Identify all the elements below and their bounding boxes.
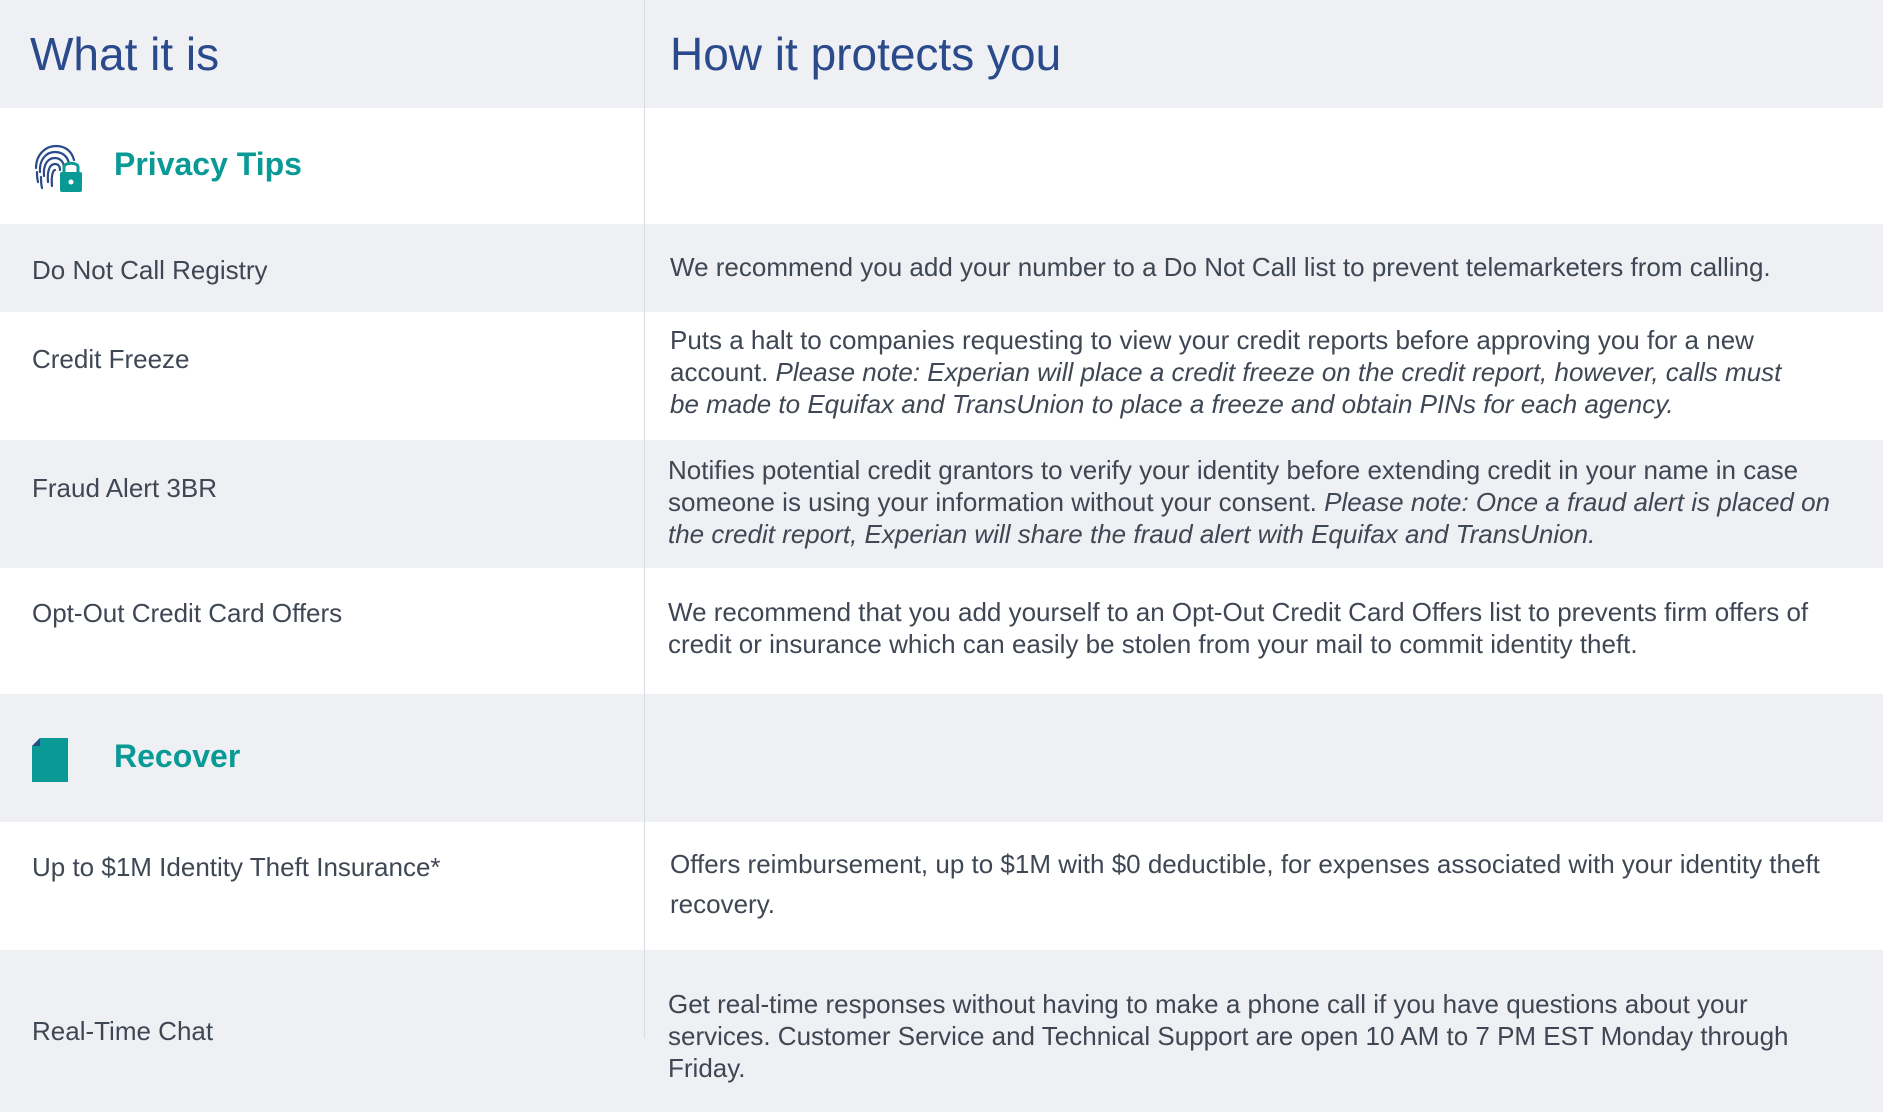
table-row: Opt-Out Credit Card Offers We recommend … xyxy=(0,568,1883,694)
table-row: Do Not Call Registry We recommend you ad… xyxy=(0,224,1883,312)
column-header-what-it-is: What it is xyxy=(30,28,220,80)
description-text: We recommend you add your number to a Do… xyxy=(670,252,1771,282)
table-row: Real-Time Chat Get real-time responses w… xyxy=(0,950,1883,1112)
description-note: Please note: Experian will place a credi… xyxy=(670,357,1782,419)
description-text: We recommend that you add yourself to an… xyxy=(668,597,1809,659)
table-row: Credit Freeze Puts a halt to companies r… xyxy=(0,312,1883,440)
feature-description: Get real-time responses without having t… xyxy=(668,988,1818,1084)
table-row: Up to $1M Identity Theft Insurance* Offe… xyxy=(0,822,1883,950)
feature-name: Opt-Out Credit Card Offers xyxy=(32,598,343,628)
feature-name: Fraud Alert 3BR xyxy=(32,473,217,503)
feature-description: Notifies potential credit grantors to ve… xyxy=(668,454,1873,550)
section-header-privacy-tips: Privacy Tips xyxy=(0,108,1883,224)
feature-name: Real-Time Chat xyxy=(32,1016,214,1046)
section-title-recover: Recover xyxy=(114,738,241,774)
column-header-how-it-protects-you: How it protects you xyxy=(670,28,1062,80)
table-row: Fraud Alert 3BR Notifies potential credi… xyxy=(0,440,1883,568)
feature-description: Puts a halt to companies requesting to v… xyxy=(670,324,1810,420)
column-divider xyxy=(644,0,645,1038)
section-header-recover: Recover xyxy=(0,694,1883,822)
section-title-privacy-tips: Privacy Tips xyxy=(114,146,302,182)
comparison-table: What it is How it protects you Privacy T… xyxy=(0,0,1883,1112)
document-icon xyxy=(30,736,70,789)
table-header: What it is How it protects you xyxy=(0,0,1883,108)
feature-name: Up to $1M Identity Theft Insurance* xyxy=(32,852,441,882)
feature-description: We recommend you add your number to a Do… xyxy=(670,251,1870,283)
feature-name: Do Not Call Registry xyxy=(32,255,268,285)
feature-description: Offers reimbursement, up to $1M with $0 … xyxy=(670,844,1840,924)
description-text: Get real-time responses without having t… xyxy=(668,989,1789,1083)
description-text: Offers reimbursement, up to $1M with $0 … xyxy=(670,849,1820,919)
fingerprint-lock-icon xyxy=(30,142,84,199)
feature-name: Credit Freeze xyxy=(32,344,190,374)
feature-description: We recommend that you add yourself to an… xyxy=(668,596,1858,660)
